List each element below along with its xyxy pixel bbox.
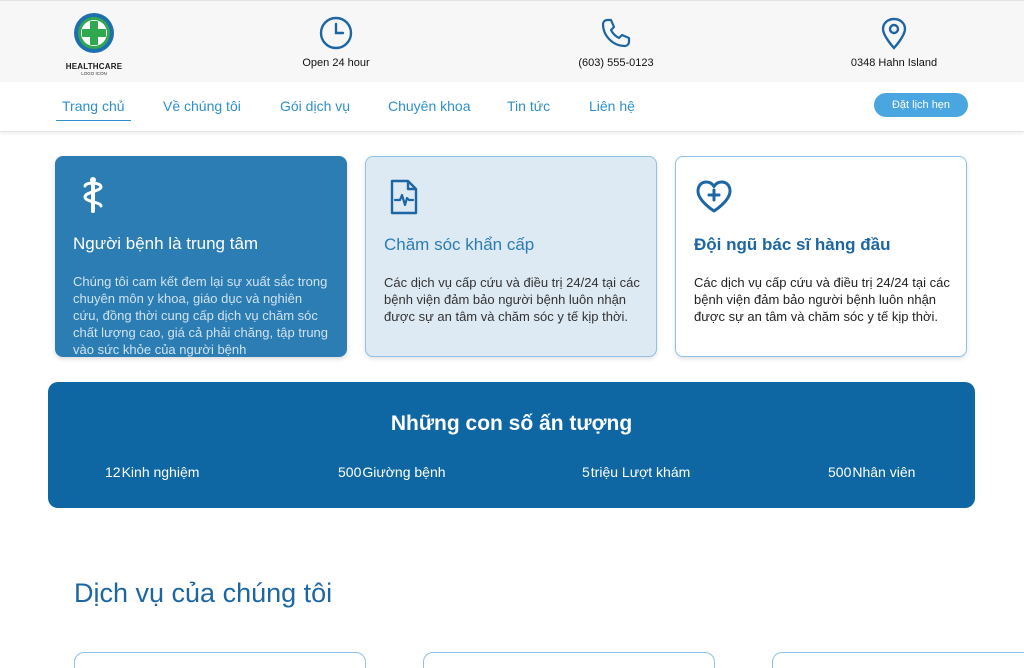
nav-home[interactable]: Trang chủ	[56, 98, 131, 121]
stat-number: 500	[338, 464, 362, 480]
nav-contact[interactable]: Liên hệ	[589, 98, 635, 114]
stat-label: triệu Lượt khám	[590, 464, 691, 480]
nav-news[interactable]: Tin tức	[507, 98, 550, 114]
feature-card-patient-centered[interactable]: Người bệnh là trung tâm Chúng tôi cam kế…	[55, 156, 347, 357]
stat-beds: 500Giường bệnh	[338, 464, 446, 480]
nav-about[interactable]: Về chúng tôi	[163, 98, 241, 114]
nav-packages[interactable]: Gói dịch vụ	[280, 98, 350, 114]
service-card[interactable]	[772, 652, 1024, 668]
heart-plus-icon	[696, 180, 732, 213]
medical-cross-logo-icon	[74, 13, 114, 53]
stat-label: Nhân viên	[852, 464, 916, 480]
book-appointment-button[interactable]: Đặt lịch hẹn	[874, 93, 968, 117]
feature-title: Chăm sóc khẩn cấp	[384, 235, 535, 254]
caduceus-icon	[83, 177, 103, 213]
phone-icon	[601, 18, 631, 48]
feature-title: Người bệnh là trung tâm	[73, 234, 259, 253]
feature-card-emergency-care[interactable]: Chăm sóc khẩn cấp Các dịch vụ cấp cứu và…	[365, 156, 657, 357]
address: 0348 Hahn Island	[844, 15, 944, 69]
opening-hours-text: Open 24 hour	[302, 57, 370, 69]
main-navigation: Trang chủ Về chúng tôi Gói dịch vụ Chuyê…	[0, 82, 1024, 132]
nav-specialties[interactable]: Chuyên khoa	[388, 98, 471, 114]
feature-card-top-doctors[interactable]: Đội ngũ bác sĩ hàng đầu Các dịch vụ cấp …	[675, 156, 967, 357]
feature-description: Các dịch vụ cấp cứu và điều trị 24/24 tạ…	[384, 275, 640, 324]
stat-experience: 12Kinh nghiệm	[105, 464, 199, 480]
stat-number: 500	[828, 464, 852, 480]
phone-number[interactable]: (603) 555-0123	[578, 57, 653, 69]
feature-title: Đội ngũ bác sĩ hàng đầu	[694, 235, 891, 254]
feature-description: Các dịch vụ cấp cứu và điều trị 24/24 tạ…	[694, 275, 950, 324]
clock-icon	[319, 16, 353, 50]
services-section-title: Dịch vụ của chúng tôi	[74, 578, 333, 608]
stat-label: Giường bệnh	[362, 464, 446, 480]
stat-staff: 500Nhân viên	[828, 464, 915, 480]
opening-hours: Open 24 hour	[296, 15, 376, 69]
stats-title: Những con số ấn tượng	[390, 412, 633, 435]
medical-report-icon	[390, 179, 418, 215]
stat-visits: 5triệu Lượt khám	[582, 464, 690, 480]
feature-description: Chúng tôi cam kết đem lại sự xuất sắc tr…	[73, 274, 329, 357]
stat-number: 5	[582, 464, 590, 480]
service-card[interactable]	[423, 652, 715, 668]
phone-contact[interactable]: (603) 555-0123	[570, 15, 662, 69]
stat-label: Kinh nghiệm	[121, 464, 200, 480]
impressive-numbers-banner: Những con số ấn tượng 12Kinh nghiệm 500G…	[48, 382, 975, 508]
address-text: 0348 Hahn Island	[850, 57, 938, 69]
healthcare-logo[interactable]: HEALTHCARE LOGO ICON	[62, 11, 126, 76]
logo-title: HEALTHCARE	[65, 62, 123, 71]
logo-subtitle: LOGO ICON	[81, 71, 107, 76]
top-info-bar: HEALTHCARE LOGO ICON Open 24 hour (603) …	[0, 0, 1024, 82]
stat-number: 12	[105, 464, 121, 480]
service-card[interactable]	[74, 652, 366, 668]
location-pin-icon	[881, 17, 907, 50]
